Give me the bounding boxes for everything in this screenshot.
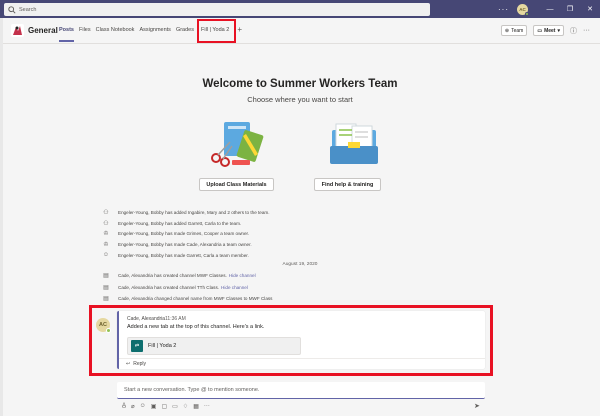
activity-item: ♔ Engeler-Young, Bobby has made Cade, Al… xyxy=(102,240,252,248)
praise-icon[interactable]: ♢ xyxy=(183,403,188,410)
restore-button[interactable]: ❐ xyxy=(560,0,580,18)
help-training-illustration xyxy=(330,123,378,164)
highlight-box-tab xyxy=(197,19,236,43)
team-button-label: Team xyxy=(511,27,524,34)
activity-text: Engeler-Young, Bobby has made Grimes, Co… xyxy=(118,230,250,236)
compose-toolbar: A̲ ⌀ ☺ ▣ ▢ ▭ ♢ ▦ ··· xyxy=(122,403,210,410)
activity-item: ⚇ Engeler-Young, Bobby has added Garrett… xyxy=(102,219,241,227)
more-options-button[interactable]: ··· xyxy=(498,5,509,14)
meet-button[interactable]: ▭ Meet ▾ xyxy=(533,25,564,36)
activity-text: Cade, Alexandria has created channel MWF… xyxy=(118,272,227,278)
crown-icon: ♔ xyxy=(103,241,109,248)
send-button[interactable]: ➤ xyxy=(474,402,480,410)
compose-placeholder: Start a new conversation. Type @ to ment… xyxy=(124,387,260,393)
tab-files[interactable]: Files xyxy=(79,27,91,34)
emoji-icon[interactable]: ☺ xyxy=(140,403,146,410)
info-icon[interactable]: ⓘ xyxy=(570,26,577,36)
video-icon: ▭ xyxy=(537,27,543,34)
tab-posts[interactable]: Posts xyxy=(59,27,74,42)
more-icon[interactable]: ··· xyxy=(583,27,590,34)
activity-text: Cade, Alexandria has created channel TTh… xyxy=(118,284,220,290)
find-help-button[interactable]: Find help & training xyxy=(314,178,381,191)
team-glyph-icon: ⊕ xyxy=(504,27,510,34)
schedule-icon[interactable]: ▦ xyxy=(193,403,199,410)
channel-activity-item: ▤ Cade, Alexandria changed channel name … xyxy=(102,294,272,302)
title-bar: Search ··· AC — ❐ ✕ xyxy=(0,0,600,18)
sticker-icon[interactable]: ▢ xyxy=(161,403,167,410)
add-tab-button[interactable]: + xyxy=(237,25,242,34)
person-icon: ☺ xyxy=(102,252,110,258)
tab-grades[interactable]: Grades xyxy=(176,27,194,34)
activity-text: Engeler-Young, Bobby has made Cade, Alex… xyxy=(118,241,252,247)
highlight-box-post xyxy=(89,305,493,376)
channel-activity-item: ▤ Cade, Alexandria has created channel M… xyxy=(102,271,256,279)
search-box[interactable]: Search xyxy=(4,3,430,16)
compose-box[interactable]: Start a new conversation. Type @ to ment… xyxy=(117,382,485,399)
close-button[interactable]: ✕ xyxy=(580,0,600,18)
meet-now-icon[interactable]: ▭ xyxy=(172,403,178,410)
channel-icon: ▤ xyxy=(103,272,109,279)
search-placeholder: Search xyxy=(19,6,37,13)
channel-name: General xyxy=(28,26,58,35)
upload-materials-illustration xyxy=(211,122,264,167)
profile-avatar[interactable]: AC xyxy=(517,3,529,16)
channel-icon: ▤ xyxy=(103,295,109,302)
activity-item: ⚇ Engeler-Young, Bobby has added Ingabir… xyxy=(102,208,270,216)
status-available-dot xyxy=(525,11,529,16)
activity-text: Cade, Alexandria changed channel name fr… xyxy=(118,295,273,301)
welcome-subtitle: Choose where you want to start xyxy=(247,95,353,104)
channel-activity-item: ▤ Cade, Alexandria has created channel T… xyxy=(102,283,248,291)
format-icon[interactable]: A̲ xyxy=(122,403,126,410)
tab-assignments[interactable]: Assignments xyxy=(139,27,171,34)
meet-button-label: Meet xyxy=(544,27,556,34)
minimize-button[interactable]: — xyxy=(540,0,560,18)
avatar-initials: AC xyxy=(519,6,526,12)
channel-header: General Posts Files Class Notebook Assig… xyxy=(3,18,600,44)
person-add-icon: ⚇ xyxy=(103,220,109,227)
welcome-title: Welcome to Summer Workers Team xyxy=(202,78,398,90)
attach-icon[interactable]: ⌀ xyxy=(131,403,135,410)
channel-icon: ▤ xyxy=(103,284,109,291)
activity-item: ♔ Engeler-Young, Bobby has made Grimes, … xyxy=(102,229,249,237)
date-separator: August 19, 2020 xyxy=(282,262,318,267)
person-add-icon: ⚇ xyxy=(103,209,109,216)
activity-item: ☺ Engeler-Young, Bobby has made Garrett,… xyxy=(102,251,249,259)
upload-class-materials-button[interactable]: Upload Class Materials xyxy=(199,178,274,191)
team-icon[interactable] xyxy=(11,24,24,37)
search-icon xyxy=(8,5,16,14)
gif-icon[interactable]: ▣ xyxy=(151,403,157,410)
activity-text: Engeler-Young, Bobby has added Ingabire,… xyxy=(118,209,270,215)
team-button[interactable]: ⊕ Team xyxy=(500,25,528,36)
chevron-down-icon: ▾ xyxy=(557,27,560,34)
activity-text: Engeler-Young, Bobby has added Garrett, … xyxy=(118,220,242,226)
hide-channel-link[interactable]: Hide channel xyxy=(229,273,256,278)
hide-channel-link[interactable]: Hide channel xyxy=(221,285,248,290)
activity-text: Engeler-Young, Bobby has made Garrett, C… xyxy=(118,252,249,258)
more-icon[interactable]: ··· xyxy=(204,403,210,410)
tab-class-notebook[interactable]: Class Notebook xyxy=(96,27,135,34)
crown-icon: ♔ xyxy=(103,230,109,237)
